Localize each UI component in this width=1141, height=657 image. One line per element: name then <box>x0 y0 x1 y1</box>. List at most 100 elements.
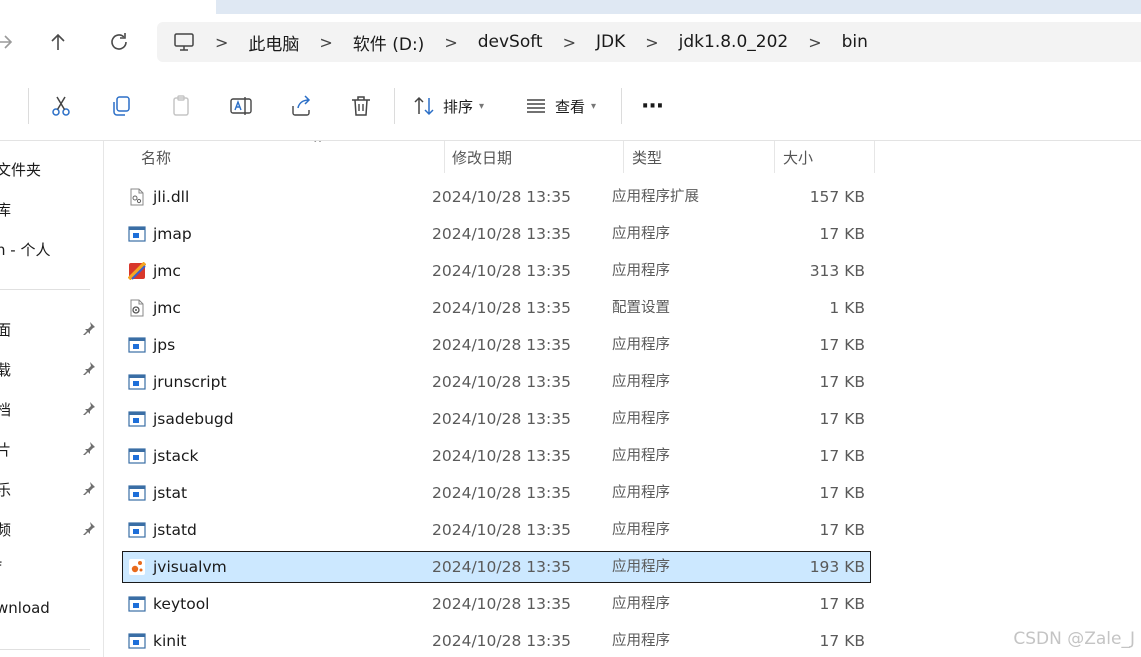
file-type: 应用程序 <box>612 559 670 575</box>
column-header-label: 大小 <box>783 148 814 167</box>
sidebar-item-music[interactable]: 乐 <box>0 479 103 501</box>
exe-app-icon <box>128 484 146 502</box>
file-name: keytool <box>153 595 210 613</box>
chevron-down-icon: ▾ <box>479 100 485 112</box>
file-row[interactable]: jrunscript 2024/10/28 13:35 应用程序 17 KB <box>123 367 870 397</box>
file-name: jmap <box>153 225 192 243</box>
refresh-icon[interactable] <box>107 30 135 56</box>
breadcrumb-separator: > <box>319 32 333 52</box>
sidebar-item-label: 档 <box>0 399 11 420</box>
column-header-label: 修改日期 <box>452 148 513 167</box>
file-row[interactable]: jstack 2024/10/28 13:35 应用程序 17 KB <box>123 441 870 471</box>
breadcrumb-jdk-version[interactable]: jdk1.8.0_202 <box>679 32 789 52</box>
sidebar-item-label: 文件夹 <box>0 161 42 179</box>
sidebar-item-label: f <box>0 559 1 577</box>
address-bar[interactable]: > 此电脑 > 软件 (D:) > devSoft > JDK > jdk1.8… <box>157 22 1141 62</box>
exe-app-icon <box>128 373 146 391</box>
sidebar-item-folder-f[interactable]: f <box>0 559 103 581</box>
breadcrumb-separator: > <box>562 32 576 52</box>
cut-icon[interactable] <box>49 94 73 118</box>
file-row[interactable]: jsadebugd 2024/10/28 13:35 应用程序 17 KB <box>123 404 870 434</box>
breadcrumb-this-pc[interactable]: 此电脑 <box>248 30 299 55</box>
sort-menu-button[interactable]: 排序 ▾ <box>413 94 484 118</box>
file-row[interactable]: jli.dll 2024/10/28 13:35 应用程序扩展 157 KB <box>123 182 870 212</box>
more-icon: ··· <box>641 93 664 119</box>
file-name: jstatd <box>153 521 197 539</box>
file-type: 应用程序 <box>612 448 670 464</box>
file-row[interactable]: jstat 2024/10/28 13:35 应用程序 17 KB <box>123 478 870 508</box>
file-row[interactable]: jmc 2024/10/28 13:35 配置设置 1 KB <box>123 293 870 323</box>
breadcrumb-drive-d[interactable]: 软件 (D:) <box>353 30 425 55</box>
file-type: 应用程序 <box>612 337 670 353</box>
sidebar-item-label: 面 <box>0 319 11 340</box>
visualvm-app-icon <box>128 558 146 576</box>
delete-icon[interactable] <box>349 94 373 118</box>
chevron-down-icon[interactable] <box>0 94 4 118</box>
toolbar-divider <box>28 88 29 124</box>
file-date: 2024/10/28 13:35 <box>432 447 571 465</box>
view-menu-button[interactable]: 查看 ▾ <box>525 94 596 118</box>
file-name: jvisualvm <box>153 558 227 576</box>
sort-label: 排序 <box>443 97 474 116</box>
file-date: 2024/10/28 13:35 <box>432 484 571 502</box>
forward-icon[interactable] <box>0 30 20 56</box>
navigation-bar: > 此电脑 > 软件 (D:) > devSoft > JDK > jdk1.8… <box>0 14 1141 72</box>
file-list: 名称 ^ 修改日期 类型 大小 jli.dll 2024/10/28 13:35 应… <box>103 141 1141 657</box>
up-icon[interactable] <box>46 30 74 56</box>
file-name: kinit <box>153 632 187 650</box>
file-row[interactable]: kinit 2024/10/28 13:35 应用程序 17 KB <box>123 626 870 656</box>
file-date: 2024/10/28 13:35 <box>432 595 571 613</box>
breadcrumb-separator: > <box>808 32 822 52</box>
file-row[interactable]: jmc 2024/10/28 13:35 应用程序 313 KB <box>123 256 870 286</box>
sidebar-item-label: 乐 <box>0 479 11 500</box>
column-header-type[interactable]: 类型 <box>624 141 775 173</box>
sidebar-item-documents[interactable]: 档 <box>0 399 103 421</box>
file-date: 2024/10/28 13:35 <box>432 558 571 576</box>
sort-icon <box>413 95 435 117</box>
breadcrumb-jdk[interactable]: JDK <box>596 32 625 52</box>
file-type: 配置设置 <box>612 300 670 316</box>
sidebar-item-videos[interactable]: 频 <box>0 519 103 541</box>
sidebar-item-onedrive[interactable]: n - 个人 <box>0 239 103 261</box>
file-date: 2024/10/28 13:35 <box>432 336 571 354</box>
file-type: 应用程序 <box>612 374 670 390</box>
sidebar-item-label: n - 个人 <box>0 241 51 259</box>
share-icon[interactable] <box>289 94 313 118</box>
computer-icon <box>173 32 195 52</box>
file-row[interactable]: jmap 2024/10/28 13:35 应用程序 17 KB <box>123 219 870 249</box>
file-date: 2024/10/28 13:35 <box>432 225 571 243</box>
rename-icon[interactable] <box>229 94 253 118</box>
file-name: jli.dll <box>153 188 190 206</box>
file-size: 17 KB <box>819 632 865 650</box>
column-header-date[interactable]: 修改日期 <box>444 141 624 173</box>
file-row[interactable]: jps 2024/10/28 13:35 应用程序 17 KB <box>123 330 870 360</box>
sidebar-item-label: 频 <box>0 519 11 540</box>
sidebar-item-label: 片 <box>0 439 11 460</box>
sidebar-item-pictures[interactable]: 片 <box>0 439 103 461</box>
navigation-pane: 文件夹 库 n - 个人 面 载 档 片 乐 频 f wnload <box>0 141 104 657</box>
file-row[interactable]: jstatd 2024/10/28 13:35 应用程序 17 KB <box>123 515 870 545</box>
paste-icon[interactable] <box>169 94 193 118</box>
sidebar-item-folder[interactable]: 文件夹 <box>0 159 103 181</box>
sidebar-item-gallery[interactable]: 库 <box>0 199 103 221</box>
exe-app-icon <box>128 410 146 428</box>
breadcrumb-devsoft[interactable]: devSoft <box>478 32 543 52</box>
column-header-label: 类型 <box>632 148 663 167</box>
more-options-button[interactable]: ··· <box>641 93 664 119</box>
file-size: 157 KB <box>809 188 865 206</box>
file-size: 17 KB <box>819 336 865 354</box>
sidebar-item-download[interactable]: wnload <box>0 599 103 621</box>
sidebar-item-downloads[interactable]: 载 <box>0 359 103 381</box>
column-header-size[interactable]: 大小 <box>775 141 875 173</box>
file-size: 193 KB <box>809 558 865 576</box>
exe-app-icon <box>128 447 146 465</box>
copy-icon[interactable] <box>109 94 133 118</box>
column-header-name[interactable]: 名称 ^ <box>133 141 445 173</box>
pin-icon <box>82 481 96 499</box>
breadcrumb-bin[interactable]: bin <box>842 32 868 52</box>
file-row[interactable]: keytool 2024/10/28 13:35 应用程序 17 KB <box>123 589 870 619</box>
file-row[interactable]: jvisualvm 2024/10/28 13:35 应用程序 193 KB <box>122 551 871 583</box>
sidebar-item-desktop[interactable]: 面 <box>0 319 103 341</box>
pin-icon <box>82 521 96 539</box>
watermark: CSDN @Zale_J <box>1013 629 1135 649</box>
